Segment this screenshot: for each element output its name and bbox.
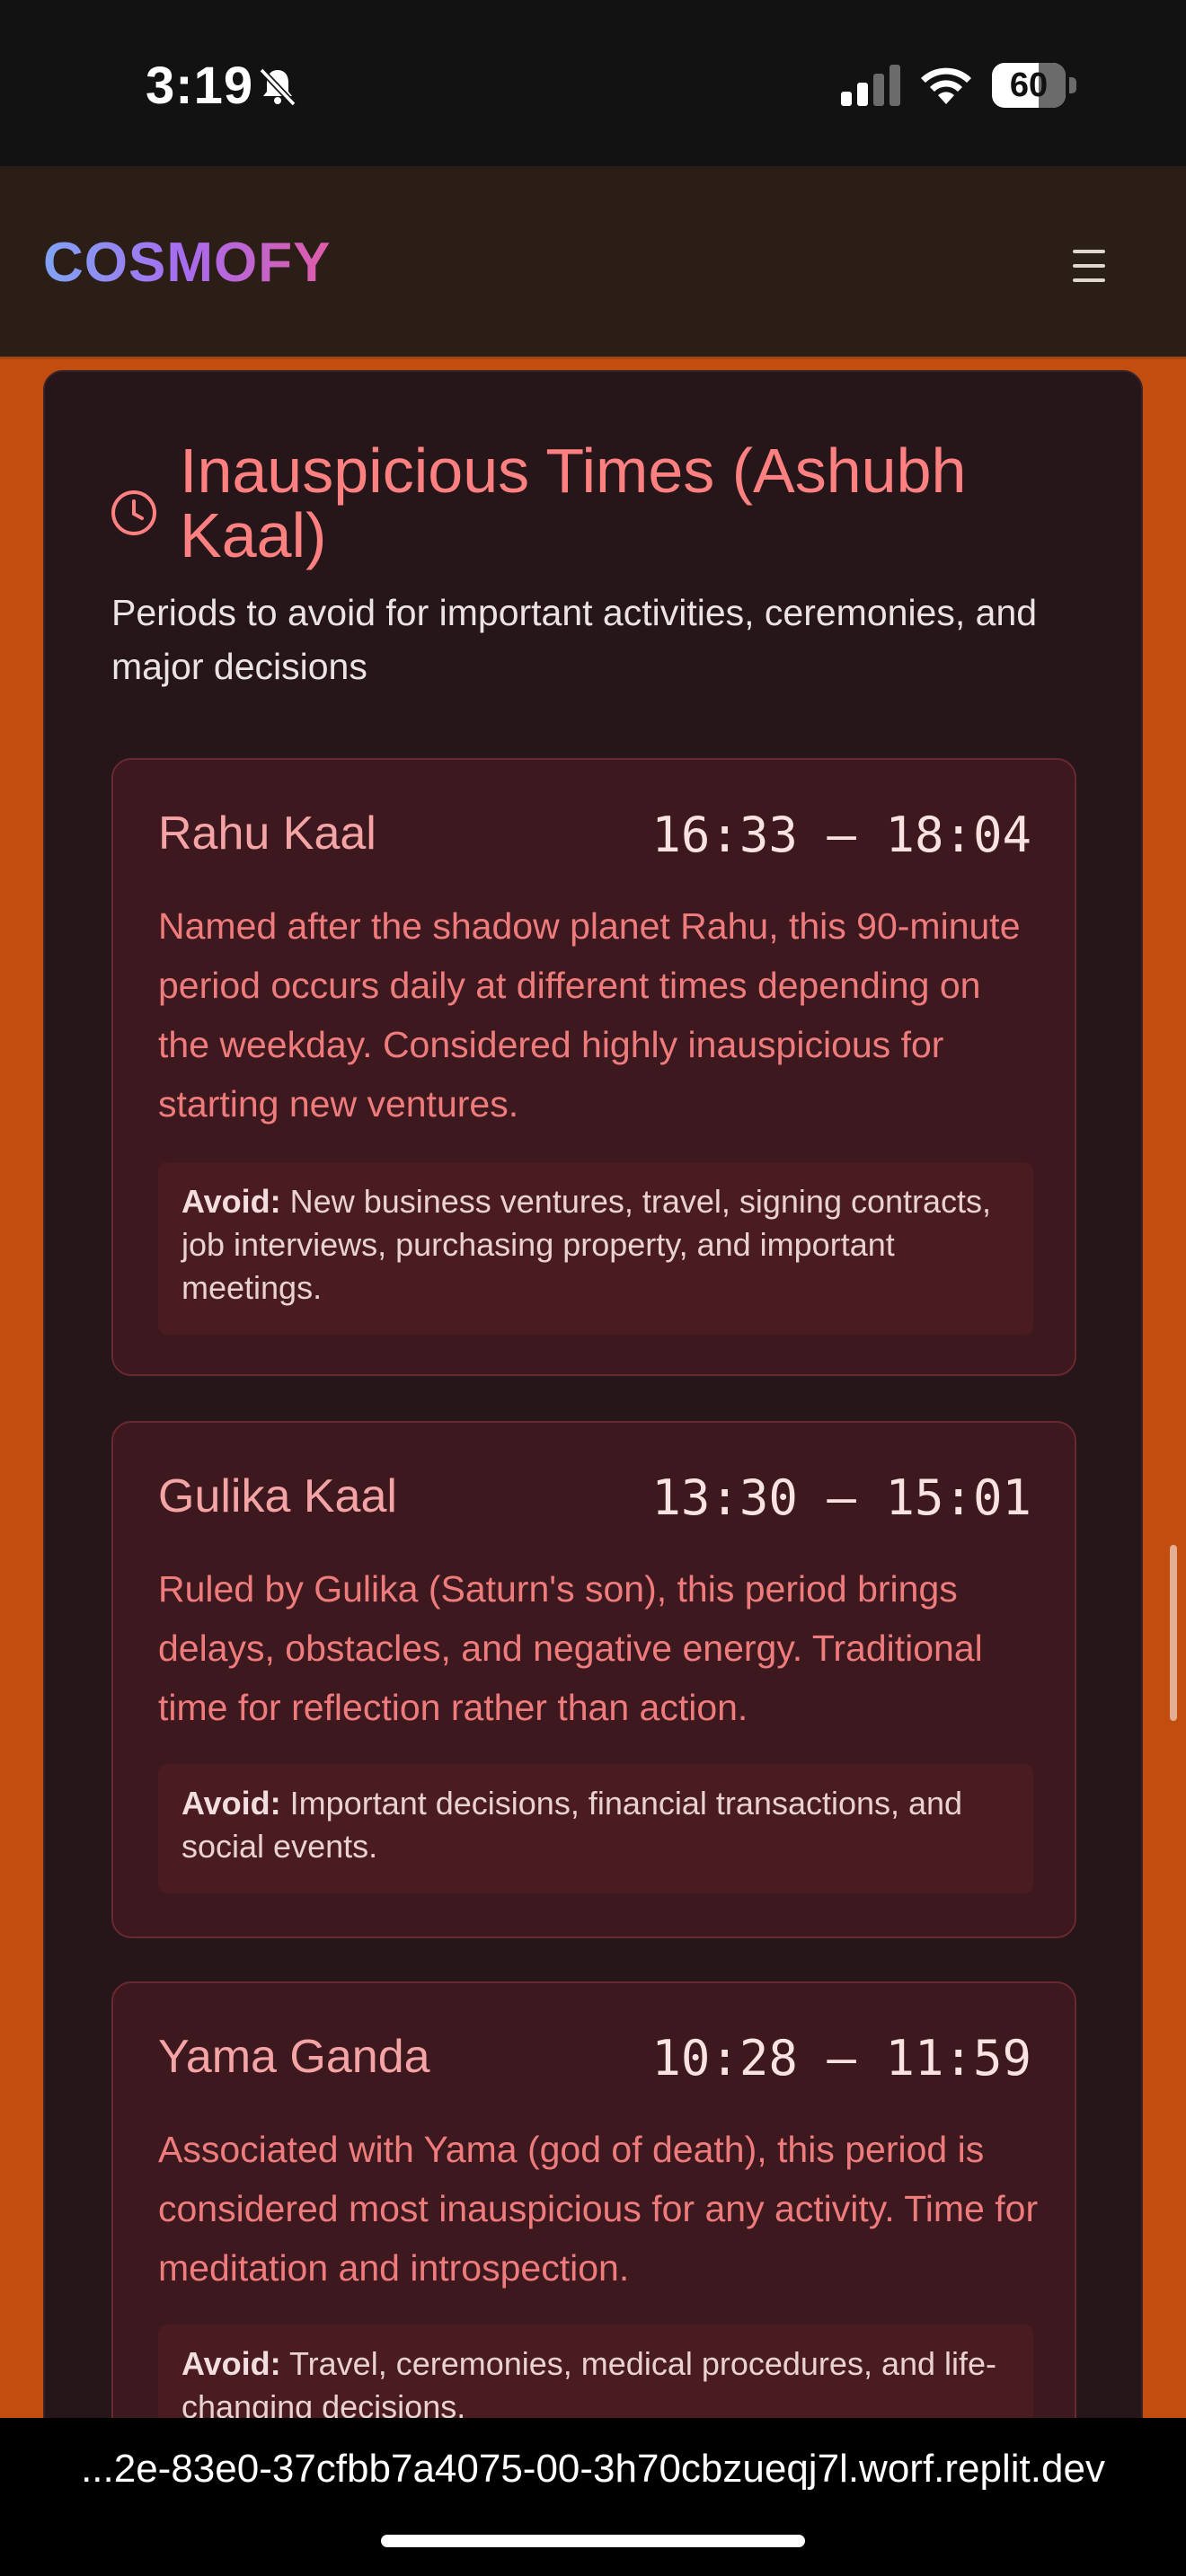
url-text[interactable]: ...2e-83e0-37cfbb7a4075-00-3h70cbzueqj7l… xyxy=(0,2447,1186,2492)
battery-indicator: 60 xyxy=(992,63,1078,108)
hamburger-menu-icon[interactable] xyxy=(1069,250,1109,282)
wifi-icon xyxy=(921,67,971,104)
browser-url-bar[interactable]: ...2e-83e0-37cfbb7a4075-00-3h70cbzueqj7l… xyxy=(0,2418,1186,2576)
status-time: 3:19 xyxy=(146,57,254,115)
inauspicious-times-card: Inauspicious Times (Ashubh Kaal) Periods… xyxy=(43,370,1143,2454)
section-subtitle: Periods to avoid for important activitie… xyxy=(111,592,1038,687)
period-card-yama-ganda: Yama Ganda 10:28 – 11:59 Associated with… xyxy=(111,1981,1076,2452)
section-title: Inauspicious Times (Ashubh Kaal) xyxy=(180,436,967,570)
avoid-text: New business ventures, travel, signing c… xyxy=(181,1183,992,1306)
period-card-gulika-kaal: Gulika Kaal 13:30 – 15:01 Ruled by Gulik… xyxy=(111,1421,1076,1938)
period-description: Named after the shadow planet Rahu, this… xyxy=(158,905,1021,1125)
battery-level: 60 xyxy=(992,63,1066,108)
app-logo[interactable]: COSMOFY xyxy=(43,231,331,295)
period-name: Gulika Kaal xyxy=(158,1470,397,1522)
bell-muted-icon xyxy=(259,67,296,107)
avoid-label: Avoid: xyxy=(181,1183,281,1220)
avoid-box: Avoid: New business ventures, travel, si… xyxy=(158,1162,1033,1335)
period-card-rahu-kaal: Rahu Kaal 16:33 – 18:04 Named after the … xyxy=(111,758,1076,1376)
period-name: Rahu Kaal xyxy=(158,807,376,860)
period-time: 16:33 – 18:04 xyxy=(651,807,1031,863)
scrollbar-thumb[interactable] xyxy=(1170,1545,1177,1721)
clock-icon xyxy=(111,490,156,535)
top-navbar: COSMOFY xyxy=(0,166,1186,359)
period-description: Ruled by Gulika (Saturn's son), this per… xyxy=(158,1568,983,1728)
cellular-signal-icon xyxy=(841,65,900,106)
period-time: 13:30 – 15:01 xyxy=(651,1469,1031,1526)
period-description: Associated with Yama (god of death), thi… xyxy=(158,2129,1039,2289)
battery-percent: 60 xyxy=(1009,66,1049,104)
avoid-label: Avoid: xyxy=(181,2345,281,2382)
status-bar: 3:19 60 xyxy=(0,0,1186,166)
avoid-box: Avoid: Important decisions, financial tr… xyxy=(158,1764,1033,1893)
avoid-label: Avoid: xyxy=(181,1785,281,1822)
period-time: 10:28 – 11:59 xyxy=(651,2030,1031,2086)
avoid-text: Travel, ceremonies, medical procedures, … xyxy=(181,2345,997,2425)
avoid-text: Important decisions, financial transacti… xyxy=(181,1785,963,1865)
period-name: Yama Ganda xyxy=(158,2031,430,2083)
home-indicator[interactable] xyxy=(381,2535,805,2547)
